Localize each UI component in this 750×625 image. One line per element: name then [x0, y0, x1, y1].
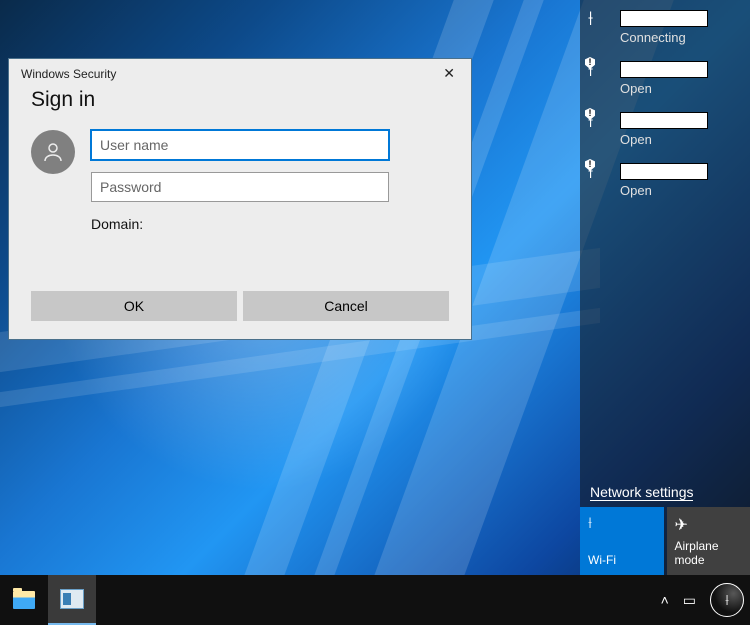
network-ssid	[620, 163, 708, 180]
cancel-button[interactable]: Cancel	[243, 291, 449, 321]
network-settings-link[interactable]: Network settings	[590, 484, 693, 501]
control-panel-icon	[60, 589, 84, 609]
network-ssid	[620, 10, 708, 27]
user-avatar-icon	[31, 130, 75, 174]
network-tray-icon[interactable]: ⟊	[710, 583, 744, 617]
network-ssid	[620, 112, 708, 129]
control-panel-taskbar-button[interactable]	[48, 575, 96, 625]
network-status: Open	[620, 132, 742, 147]
airplane-icon: ✈	[675, 515, 743, 535]
battery-icon[interactable]: ▭	[683, 592, 696, 609]
wifi-open-icon: !⟊	[588, 112, 610, 132]
close-button[interactable]: ✕	[437, 65, 461, 82]
dialog-title: Windows Security	[21, 67, 116, 81]
tile-label: Wi-Fi	[588, 553, 656, 567]
network-ssid	[620, 61, 708, 78]
network-flyout: ⟊ Connecting !⟊ Open !⟊ Open !⟊ Open Net…	[580, 0, 750, 575]
dialog-heading: Sign in	[31, 88, 449, 112]
domain-label: Domain:	[91, 216, 449, 232]
ok-button[interactable]: OK	[31, 291, 237, 321]
network-status: Open	[620, 81, 742, 96]
windows-security-dialog: Windows Security ✕ Sign in Domain: OK Ca…	[8, 58, 472, 340]
tray-chevron-icon[interactable]: ˄	[661, 592, 669, 608]
tile-label: Airplane mode	[675, 539, 743, 567]
wifi-icon: ⟊	[588, 10, 610, 30]
network-item[interactable]: !⟊ Open	[580, 102, 750, 153]
password-input[interactable]	[91, 172, 389, 202]
wifi-open-icon: !⟊	[588, 163, 610, 183]
wifi-toggle-tile[interactable]: ⟊ Wi-Fi	[580, 507, 664, 575]
network-item[interactable]: ⟊ Connecting	[580, 0, 750, 51]
airplane-mode-tile[interactable]: ✈ Airplane mode	[667, 507, 750, 575]
wifi-open-icon: !⟊	[588, 61, 610, 81]
network-item[interactable]: !⟊ Open	[580, 51, 750, 102]
network-status: Connecting	[620, 30, 742, 45]
file-explorer-icon	[13, 591, 35, 609]
username-input[interactable]	[91, 130, 389, 160]
wifi-icon: ⟊	[588, 515, 656, 533]
taskbar: ˄ ▭ ⟊	[0, 575, 750, 625]
network-status: Open	[620, 183, 742, 198]
file-explorer-taskbar-button[interactable]	[0, 575, 48, 625]
network-item[interactable]: !⟊ Open	[580, 153, 750, 204]
